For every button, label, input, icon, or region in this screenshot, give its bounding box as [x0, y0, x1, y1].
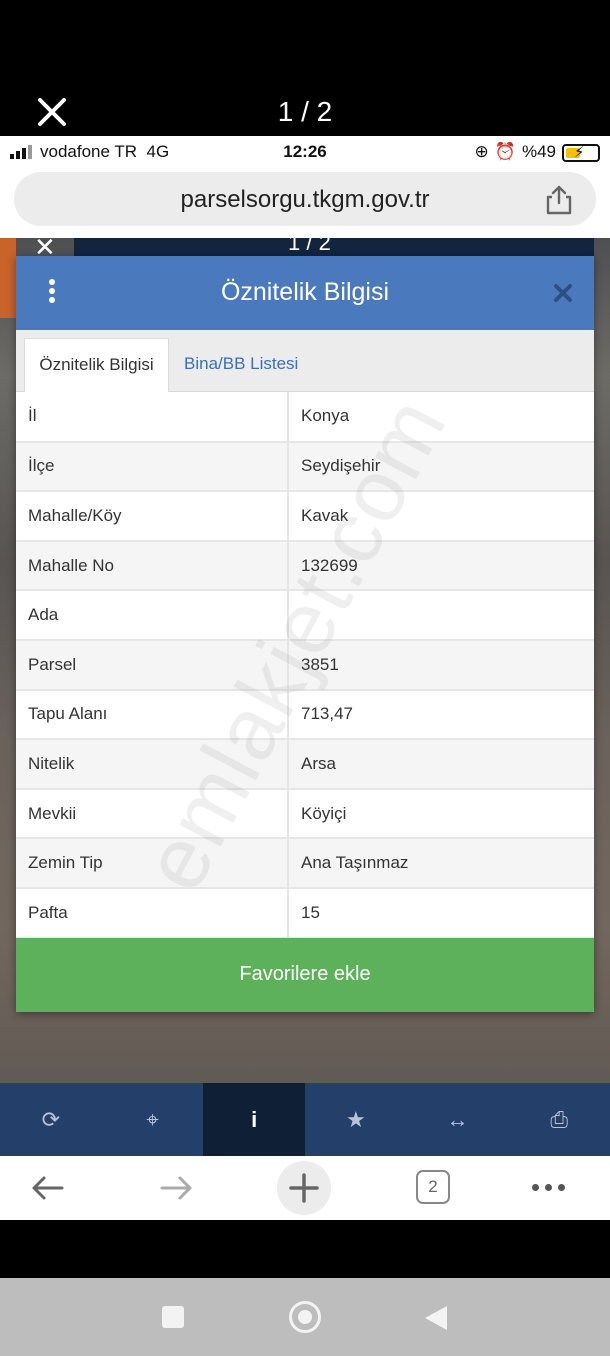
attribute-key: Mahalle/Köy — [16, 491, 289, 542]
table-row: Mahalle No 132699 — [16, 540, 594, 592]
attribute-value: 3851 — [288, 639, 594, 691]
table-row: Pafta 15 — [16, 887, 594, 939]
forward-arrow-icon[interactable] — [154, 1166, 198, 1210]
table-row: İlçe Seydişehir — [16, 441, 594, 493]
attribute-key: Ada — [16, 590, 289, 641]
battery-icon: ⚡ — [562, 144, 600, 162]
info-icon[interactable]: i — [203, 1083, 306, 1156]
background-counter: 1 / 2 — [288, 238, 331, 255]
status-icons: ⊕ ⏰ %49 — [475, 142, 556, 162]
table-row: Zemin Tip Ana Taşınmaz — [16, 838, 594, 889]
attribute-key: Zemin Tip — [16, 838, 289, 889]
attribute-value: 713,47 — [288, 689, 594, 741]
map-toolbar: ⟳ ⌖ i ★ ↔ ⎙ — [0, 1083, 610, 1156]
attribute-value: Konya — [288, 392, 594, 443]
attribute-key: Mevkii — [16, 788, 289, 840]
table-row: Nitelik Arsa — [16, 739, 594, 790]
attribute-info-modal: Öznitelik Bilgisi Öznitelik Bilgisi Bina… — [16, 256, 594, 1012]
recent-apps-icon[interactable] — [162, 1306, 184, 1328]
browser-bottom-nav: 2 — [0, 1156, 610, 1220]
table-row: Mahalle/Köy Kavak — [16, 491, 594, 542]
battery-percent: %49 — [521, 142, 556, 161]
attribute-value — [288, 590, 594, 641]
attribute-value: Arsa — [288, 739, 594, 790]
phone-status-bar: vodafone TR 4G 12:26 ⊕ ⏰ %49 ⚡ — [0, 136, 610, 168]
attribute-value: Ana Taşınmaz — [288, 838, 594, 889]
url-field[interactable]: parselsorgu.tkgm.gov.tr — [14, 172, 596, 226]
home-icon[interactable] — [289, 1301, 321, 1333]
modal-tabs: Öznitelik Bilgisi Bina/BB Listesi — [16, 330, 594, 392]
attribute-key: Mahalle No — [16, 540, 289, 592]
table-row: Parsel 3851 — [16, 639, 594, 691]
refresh-icon[interactable]: ⟳ — [0, 1083, 102, 1156]
attribute-value: Köyiçi — [288, 788, 594, 840]
star-icon[interactable]: ★ — [305, 1083, 407, 1156]
more-menu-icon[interactable] — [532, 1184, 565, 1191]
attribute-value: 15 — [288, 887, 594, 939]
modal-title: Öznitelik Bilgisi — [220, 278, 390, 306]
url-text: parselsorgu.tkgm.gov.tr — [180, 186, 430, 213]
attribute-key: Tapu Alanı — [16, 689, 289, 741]
attribute-value: 132699 — [288, 540, 594, 592]
print-icon[interactable]: ⎙ — [508, 1083, 610, 1156]
lock-rotation-icon: ⊕ — [474, 142, 489, 161]
table-row: Mevkii Köyiçi — [16, 788, 594, 840]
new-tab-button[interactable] — [277, 1161, 331, 1215]
tab-building-list[interactable]: Bina/BB Listesi — [184, 338, 298, 392]
android-nav-bar — [0, 1278, 610, 1356]
modal-header: Öznitelik Bilgisi — [16, 256, 594, 330]
table-row: İl Konya — [16, 392, 594, 443]
tab-switcher-button[interactable]: 2 — [416, 1170, 450, 1204]
add-to-favorites-button[interactable]: Favorilere ekle — [16, 938, 594, 1012]
table-row: Ada — [16, 590, 594, 641]
locate-icon[interactable]: ⌖ — [102, 1083, 204, 1156]
attribute-value: Seydişehir — [288, 441, 594, 493]
attribute-key: Nitelik — [16, 739, 289, 790]
tab-attribute-info[interactable]: Öznitelik Bilgisi — [24, 338, 169, 392]
close-icon[interactable] — [552, 282, 574, 304]
background-header — [74, 238, 594, 256]
table-row: Tapu Alanı 713,47 — [16, 689, 594, 741]
back-triangle-icon[interactable] — [425, 1306, 447, 1330]
image-viewer-bar: 1 / 2 — [0, 0, 610, 136]
background-accent — [0, 238, 16, 318]
attribute-key: İl — [16, 392, 289, 443]
alarm-icon: ⏰ — [494, 142, 516, 161]
image-counter: 1 / 2 — [277, 96, 333, 127]
attribute-key: İlçe — [16, 441, 289, 493]
back-arrow-icon[interactable] — [26, 1166, 70, 1210]
browser-address-bar: parselsorgu.tkgm.gov.tr — [0, 168, 610, 238]
screenshot-root: 1 / 2 vodafone TR 4G 12:26 ⊕ ⏰ %49 ⚡ par… — [0, 0, 610, 1356]
attribute-key: Pafta — [16, 887, 289, 939]
attribute-table: İl Konya İlçe Seydişehir Mahalle/Köy Kavak Mah… — [16, 392, 594, 939]
share-icon[interactable] — [544, 184, 574, 216]
attribute-key: Parsel — [16, 639, 289, 691]
attribute-value: Kavak — [288, 491, 594, 542]
measure-icon[interactable]: ↔ — [407, 1083, 509, 1156]
